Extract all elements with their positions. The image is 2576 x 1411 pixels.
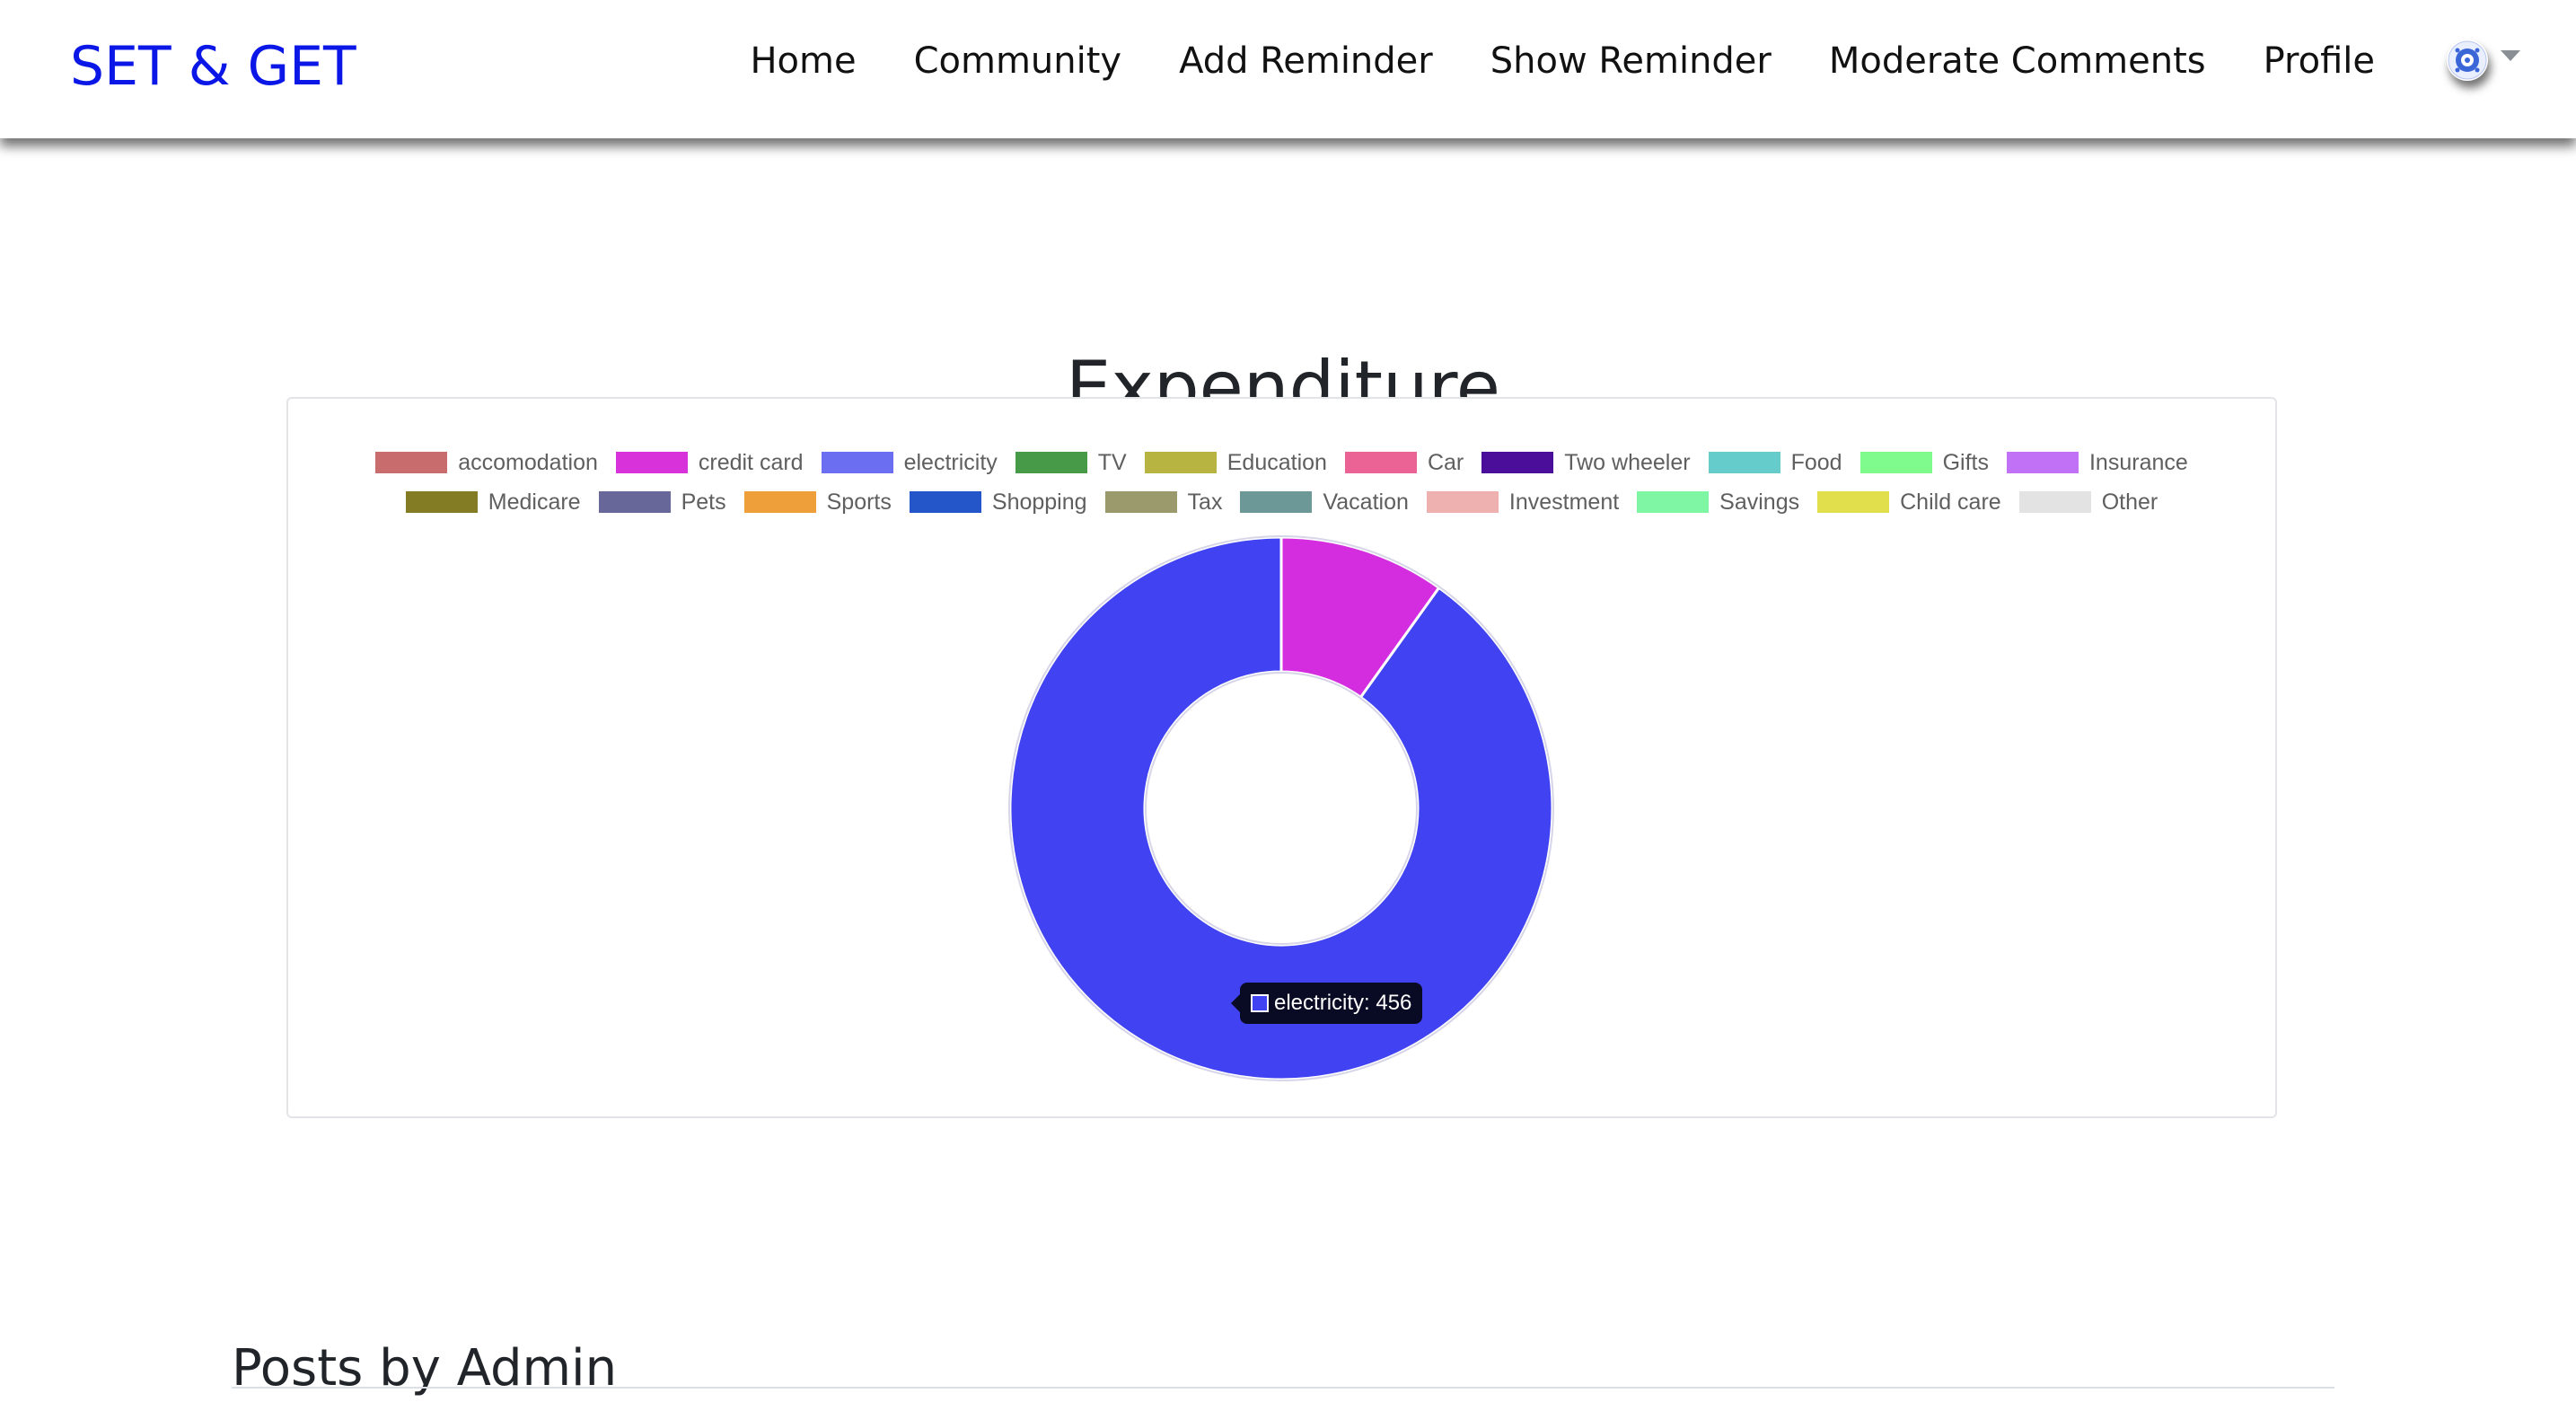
nav-link-show-reminder[interactable]: Show Reminder bbox=[1490, 36, 1772, 86]
expenditure-chart-card: accomodation credit card electricity TV … bbox=[286, 397, 2277, 1118]
chart-tooltip: electricity: 456 bbox=[1230, 983, 1423, 1024]
top-navbar: SET & GET Home Community Add Reminder Sh… bbox=[0, 0, 2576, 138]
nav-link-moderate-comments[interactable]: Moderate Comments bbox=[1829, 36, 2206, 86]
tooltip-swatch bbox=[1251, 994, 1269, 1012]
posts-divider bbox=[232, 1387, 2334, 1389]
posts-section-title: Posts by Admin bbox=[232, 1339, 618, 1398]
brand-logo[interactable]: SET & GET bbox=[70, 34, 356, 99]
user-avatar-icon[interactable] bbox=[2447, 40, 2488, 81]
nav-links: Home Community Add Reminder Show Reminde… bbox=[750, 36, 2375, 86]
nav-link-profile[interactable]: Profile bbox=[2264, 36, 2375, 86]
nav-link-add-reminder[interactable]: Add Reminder bbox=[1179, 36, 1433, 86]
nav-link-home[interactable]: Home bbox=[750, 36, 856, 86]
caret-down-icon[interactable] bbox=[2501, 50, 2520, 61]
user-menu-toggle[interactable] bbox=[2447, 40, 2520, 81]
nav-link-community[interactable]: Community bbox=[914, 36, 1122, 86]
tooltip-text: electricity: 456 bbox=[1274, 991, 1412, 1015]
doughnut-inner-outline bbox=[1145, 672, 1418, 945]
